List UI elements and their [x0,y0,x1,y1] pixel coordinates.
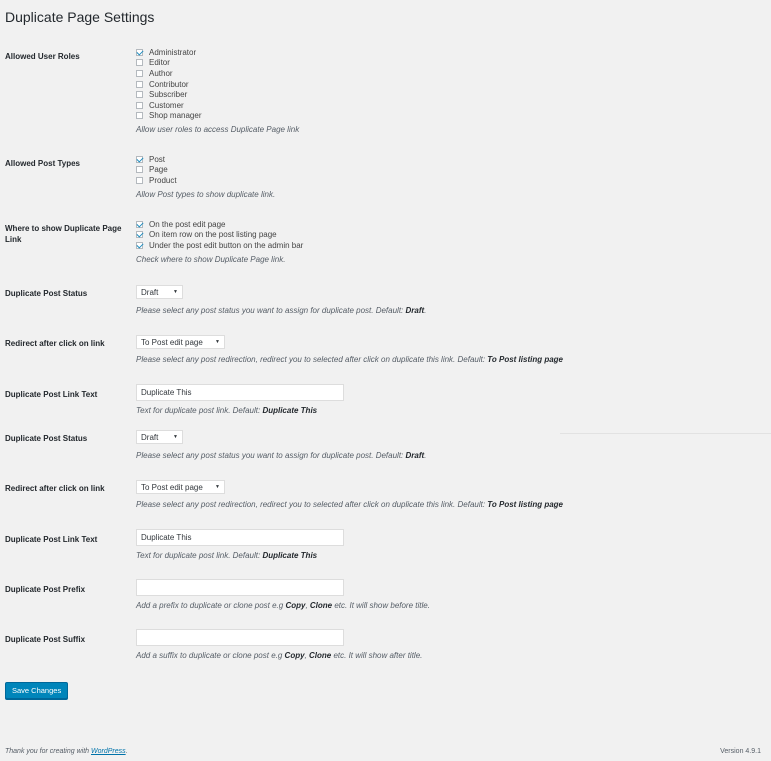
role-option-label: Editor [149,58,170,68]
link-text-input[interactable]: Duplicate This [136,384,344,401]
where-show-checkbox[interactable] [136,231,143,239]
wordpress-link[interactable]: WordPress [91,748,126,755]
role-checkbox[interactable] [136,91,143,99]
redirect2-label: Redirect after click on link [5,484,105,493]
linktext2-label: Duplicate Post Link Text [5,535,98,544]
post-type-option[interactable]: Page [136,165,275,176]
linktext1-label: Duplicate Post Link Text [5,390,98,399]
role-option-label: Administrator [149,47,197,57]
post-types-description: Allow Post types to show duplicate link. [136,189,276,199]
role-checkbox[interactable] [136,59,143,67]
post-status-select[interactable]: Draft ▼ [136,285,183,299]
role-option-label: Contributor [149,79,189,89]
role-option[interactable]: Subscriber [136,89,299,100]
chevron-down-icon: ▼ [215,339,220,345]
role-checkbox[interactable] [136,101,143,109]
post-types-checkbox-list: Post Page Product Allow Post types to show… [136,154,275,200]
role-option[interactable]: Author [136,68,299,79]
where-show-checkbox[interactable] [136,241,143,249]
where-show-checkbox[interactable] [136,220,143,228]
where-show-option-label: Under the post edit button on the admin … [149,240,304,250]
prefix-description: Add a prefix to duplicate or clone post … [136,601,430,610]
redirect1-label: Redirect after click on link [5,339,105,348]
suffix-description: Add a suffix to duplicate or clone post … [136,651,423,660]
redirect-value: To Post edit page [141,482,203,492]
divider [560,433,771,434]
redirect1-description: Please select any post redirection, redi… [136,355,564,364]
role-option[interactable]: Editor [136,58,299,69]
where-show-option[interactable]: On the post edit page [136,219,303,230]
suffix-input[interactable] [136,629,344,646]
chevron-down-icon: ▼ [173,434,178,440]
post-type-checkbox[interactable] [136,176,143,184]
redirect2-description: Please select any post redirection, redi… [136,500,564,509]
status2-description: Please select any post status you want t… [136,451,427,460]
role-option-label: Shop manager [149,111,202,121]
role-option-label: Subscriber [149,90,188,100]
role-checkbox[interactable] [136,112,143,120]
post-type-option[interactable]: Post [136,154,275,165]
link-text-input-2[interactable]: Duplicate This [136,529,344,546]
role-checkbox[interactable] [136,69,143,77]
roles-label: Allowed User Roles [5,52,80,61]
redirect-select-2[interactable]: To Post edit page ▼ [136,480,225,494]
where-show-checkbox-list: On the post edit page On item row on the … [136,219,303,265]
prefix-label: Duplicate Post Prefix [5,585,86,594]
where-show-description: Check where to show Duplicate Page link. [136,254,286,264]
status1-label: Duplicate Post Status [5,289,88,298]
post-status-select-2[interactable]: Draft ▼ [136,430,183,444]
footer-version: Version 4.9.1 [720,748,761,755]
role-option[interactable]: Shop manager [136,111,299,122]
role-option[interactable]: Contributor [136,79,299,90]
where-show-option-label: On item row on the post listing page [149,230,277,240]
post-type-checkbox[interactable] [136,155,143,163]
chevron-down-icon: ▼ [215,484,220,490]
post-type-option[interactable]: Product [136,175,275,186]
roles-checkbox-list: Administrator Editor Author Contributor Subs… [136,47,299,135]
roles-description: Allow user roles to access Duplicate Pag… [136,125,300,135]
post-type-option-label: Page [149,165,168,175]
role-option-label: Customer [149,100,184,110]
post-status-value: Draft [141,287,159,297]
where-show-label: Where to show Duplicate Page Link [5,224,122,244]
role-option[interactable]: Administrator [136,47,299,58]
status1-description: Please select any post status you want t… [136,306,427,315]
post-type-option-label: Product [149,175,177,185]
status2-label: Duplicate Post Status [5,434,88,443]
page-title: Duplicate Page Settings [5,9,155,25]
post-status-value: Draft [141,432,159,442]
role-checkbox[interactable] [136,48,143,56]
where-show-option-label: On the post edit page [149,219,226,229]
post-type-checkbox[interactable] [136,166,143,174]
redirect-select[interactable]: To Post edit page ▼ [136,335,225,349]
post-types-label: Allowed Post Types [5,159,80,168]
footer-thanks: Thank you for creating with WordPress. [5,748,128,755]
where-show-option[interactable]: On item row on the post listing page [136,230,303,241]
post-type-option-label: Post [149,154,166,164]
suffix-label: Duplicate Post Suffix [5,635,86,644]
chevron-down-icon: ▼ [173,289,178,295]
linktext1-description: Text for duplicate post link. Default: D… [136,406,318,415]
prefix-input[interactable] [136,579,344,596]
linktext2-description: Text for duplicate post link. Default: D… [136,551,318,560]
role-option[interactable]: Customer [136,100,299,111]
save-changes-button[interactable]: Save Changes [5,682,69,699]
where-show-option[interactable]: Under the post edit button on the admin … [136,240,303,251]
redirect-value: To Post edit page [141,337,203,347]
role-option-label: Author [149,68,173,78]
role-checkbox[interactable] [136,80,143,88]
